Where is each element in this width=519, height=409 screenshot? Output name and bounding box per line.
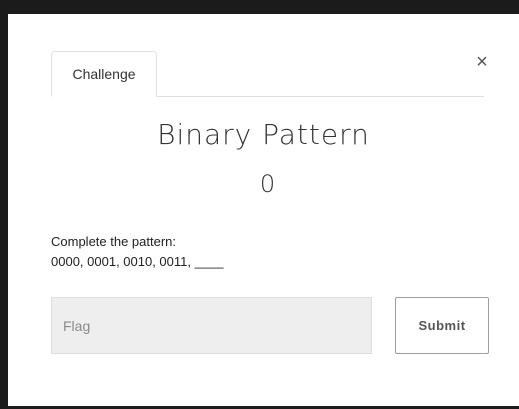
challenge-value: 0 [259, 170, 276, 198]
challenge-modal: Challenge × Binary Pattern 0 Complete th… [8, 14, 519, 406]
description-line: 0000, 0001, 0010, 0011, ____ [51, 254, 224, 269]
challenge-description: Complete the pattern: 0000, 0001, 0010, … [51, 232, 224, 272]
close-icon[interactable]: × [470, 50, 494, 74]
flag-input[interactable] [51, 297, 372, 354]
submit-button[interactable]: Submit [395, 297, 489, 354]
tab-challenge[interactable]: Challenge [51, 51, 157, 97]
challenge-title: Binary Pattern [157, 118, 370, 151]
tab-bar: Challenge [51, 51, 484, 97]
description-line: Complete the pattern: [51, 234, 177, 249]
